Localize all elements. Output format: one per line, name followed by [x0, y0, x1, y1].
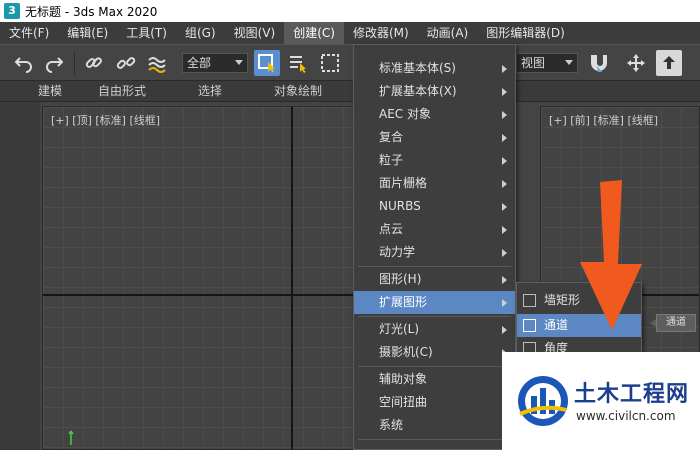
undo-icon[interactable]	[12, 51, 36, 75]
viewport-front-label[interactable]: [+] [前] [标准] [线框]	[549, 112, 658, 128]
chevron-right-icon	[502, 157, 507, 165]
watermark: 土木工程网 www.civilcn.com	[502, 352, 700, 450]
menu-views[interactable]: 视图(V)	[225, 22, 285, 44]
menu-bar: 文件(F) 编辑(E) 工具(T) 组(G) 视图(V) 创建(C) 修改器(M…	[0, 22, 700, 44]
menu-item-shapes[interactable]: 图形(H)	[354, 268, 515, 291]
chevron-right-icon	[502, 249, 507, 257]
menu-item-systems[interactable]: 系统	[354, 414, 515, 437]
civilcn-logo-icon	[518, 376, 568, 426]
chevron-right-icon	[502, 203, 507, 211]
chevron-right-icon	[502, 111, 507, 119]
ribbon-tab-object-paint[interactable]: 对象绘制	[274, 81, 322, 101]
chevron-right-icon	[502, 276, 507, 284]
menu-item-dynamics[interactable]: 动力学	[354, 241, 515, 264]
menu-separator	[358, 366, 511, 367]
unlink-icon[interactable]	[114, 51, 138, 75]
menu-item-extended-shapes[interactable]: 扩展图形	[354, 291, 515, 314]
ribbon-bar: 建模 自由形式 选择 对象绘制	[0, 80, 700, 102]
menu-file[interactable]: 文件(F)	[0, 22, 58, 44]
selection-filter-value: 全部	[187, 56, 212, 70]
ribbon-tab-modeling[interactable]: 建模	[38, 81, 62, 101]
chevron-down-icon	[565, 60, 573, 65]
menu-item-extended-primitives[interactable]: 扩展基本体(X)	[354, 80, 515, 103]
chevron-right-icon	[502, 88, 507, 96]
menu-item-standard-primitives[interactable]: 标准基本体(S)	[354, 57, 515, 80]
main-toolbar: 全部 视图	[0, 44, 700, 80]
tooltip: 通道	[656, 314, 696, 332]
viewport-top-label[interactable]: [+] [顶] [标准] [线框]	[51, 112, 160, 128]
redo-icon[interactable]	[42, 51, 66, 75]
chevron-right-icon	[502, 65, 507, 73]
bind-space-warp-icon[interactable]	[146, 51, 170, 75]
grid-axis-vertical	[291, 107, 293, 449]
create-dropdown-menu: 标准基本体(S) 扩展基本体(X) AEC 对象 复合 粒子 面片栅格 NURB…	[353, 44, 516, 450]
menu-modifiers[interactable]: 修改器(M)	[344, 22, 418, 44]
reference-coordinate-value: 视图	[521, 56, 546, 70]
chevron-right-icon	[502, 180, 507, 188]
select-manipulate-icon[interactable]	[656, 50, 682, 76]
menu-item-compound[interactable]: 复合	[354, 126, 515, 149]
menu-animation[interactable]: 动画(A)	[418, 22, 478, 44]
axis-tripod-icon	[68, 430, 74, 445]
menu-edit[interactable]: 编辑(E)	[58, 22, 117, 44]
channel-shape-icon	[523, 319, 536, 332]
window-title: 无标题 - 3ds Max 2020	[25, 4, 158, 19]
menu-item-nurbs[interactable]: NURBS	[354, 195, 515, 218]
reference-coordinate-dropdown[interactable]: 视图	[516, 53, 578, 73]
watermark-url: www.civilcn.com	[576, 409, 676, 423]
menu-item-aec-objects[interactable]: AEC 对象	[354, 103, 515, 126]
menu-graph-editors[interactable]: 图形编辑器(D)	[477, 22, 574, 44]
chevron-right-icon	[502, 326, 507, 334]
menu-item-point-cloud[interactable]: 点云	[354, 218, 515, 241]
annotation-arrow-icon	[580, 180, 642, 330]
move-icon[interactable]	[624, 51, 648, 75]
chevron-right-icon	[502, 226, 507, 234]
menu-item-patch-grids[interactable]: 面片栅格	[354, 172, 515, 195]
wrectangle-shape-icon	[523, 294, 536, 307]
title-bar: 3 无标题 - 3ds Max 2020	[0, 0, 700, 22]
snap-icon[interactable]	[586, 51, 610, 75]
select-object-icon[interactable]	[254, 50, 280, 76]
chevron-down-icon	[235, 60, 243, 65]
chevron-right-icon	[502, 134, 507, 142]
menu-group[interactable]: 组(G)	[176, 22, 225, 44]
selection-filter-dropdown[interactable]: 全部	[182, 53, 248, 73]
left-sidebar	[0, 102, 40, 450]
chevron-right-icon	[502, 299, 507, 307]
ribbon-tab-freeform[interactable]: 自由形式	[98, 81, 146, 101]
3ds-max-app-icon: 3	[4, 3, 20, 19]
link-icon[interactable]	[82, 51, 106, 75]
menu-item-particles[interactable]: 粒子	[354, 149, 515, 172]
watermark-title: 土木工程网	[574, 382, 690, 407]
menu-separator	[358, 266, 511, 267]
menu-item-helpers[interactable]: 辅助对象	[354, 368, 515, 391]
menu-tools[interactable]: 工具(T)	[117, 22, 176, 44]
ribbon-tab-selection[interactable]: 选择	[198, 81, 222, 101]
rect-selection-region-icon[interactable]	[318, 51, 342, 75]
menu-item-cameras[interactable]: 摄影机(C)	[354, 341, 515, 364]
menu-create[interactable]: 创建(C)	[284, 22, 344, 44]
menu-separator	[358, 439, 511, 440]
menu-separator	[358, 316, 511, 317]
select-by-name-icon[interactable]	[286, 51, 310, 75]
menu-item-space-warps[interactable]: 空间扭曲	[354, 391, 515, 414]
menu-item-lights[interactable]: 灯光(L)	[354, 318, 515, 341]
